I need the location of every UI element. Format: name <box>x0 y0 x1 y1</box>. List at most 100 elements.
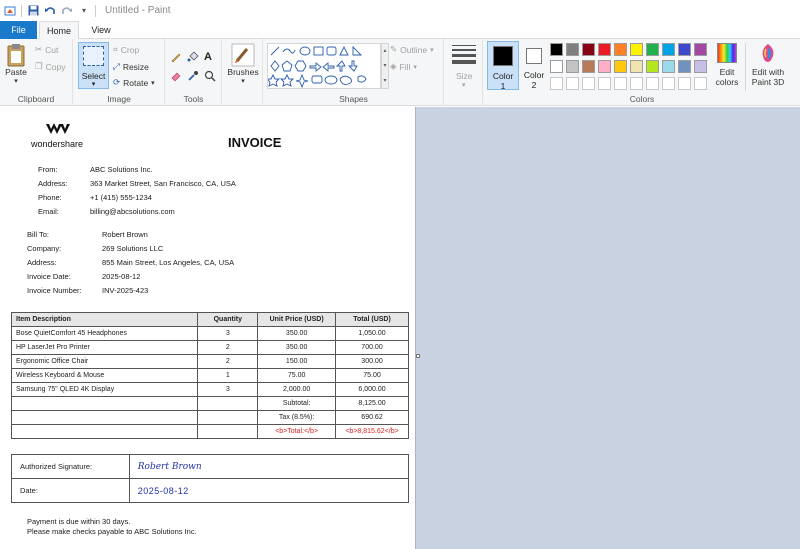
palette-swatch[interactable] <box>646 43 659 56</box>
brushes-button[interactable]: Brushes ▾ <box>227 43 259 87</box>
palette-swatch[interactable] <box>614 60 627 73</box>
palette-swatch[interactable] <box>662 60 675 73</box>
date-value: 2025-08-12 <box>128 478 410 503</box>
chevron-down-icon: ▾ <box>151 79 155 87</box>
address-label: Address: <box>38 179 68 188</box>
billto-label: Bill To: <box>27 230 49 239</box>
palette-swatch[interactable] <box>678 43 691 56</box>
tab-home[interactable]: Home <box>39 21 79 40</box>
bill-address-label: Address: <box>27 258 57 267</box>
palette-swatch[interactable] <box>566 60 579 73</box>
palette-swatch[interactable] <box>694 43 707 56</box>
fill-button[interactable]: ◈ Fill ▾ <box>390 61 417 72</box>
redo-icon[interactable] <box>61 5 73 17</box>
custom-color-slot[interactable] <box>630 77 643 90</box>
color-picker-icon[interactable] <box>187 70 199 82</box>
custom-color-slot[interactable] <box>566 77 579 90</box>
item-unit-price: 350.00 <box>257 340 337 355</box>
custom-color-slot[interactable] <box>646 77 659 90</box>
color1-button[interactable]: Color 1 <box>487 41 519 91</box>
edit-colors-icon <box>717 43 737 63</box>
save-icon[interactable] <box>27 5 39 17</box>
total-row: <b>Total:</b> <b>8,815.62</b> <box>10 424 409 439</box>
custom-color-slot[interactable] <box>678 77 691 90</box>
text-tool-icon[interactable]: A <box>204 51 216 63</box>
tax-row: Tax (8.5%): 690.62 <box>10 410 409 425</box>
outline-icon: ✎ <box>390 44 398 54</box>
item-total: 300.00 <box>335 354 409 369</box>
palette-swatch[interactable] <box>630 43 643 56</box>
scissors-icon: ✂ <box>35 44 43 54</box>
chevron-down-icon: ▾ <box>14 78 18 85</box>
ribbon-tabs: File Home View <box>0 21 800 40</box>
custom-color-slot[interactable] <box>582 77 595 90</box>
paste-icon <box>7 44 25 67</box>
outline-button[interactable]: ✎ Outline ▾ <box>390 44 434 55</box>
invoice-items-table: Item Description Quantity Unit Price (US… <box>10 312 409 439</box>
palette-swatch[interactable] <box>694 60 707 73</box>
custom-color-slot[interactable] <box>694 77 707 90</box>
cut-button[interactable]: ✂ Cut <box>35 44 58 55</box>
tab-file[interactable]: File <box>0 21 37 39</box>
item-total: 75.00 <box>335 368 409 383</box>
edit-colors-label-1: Edit <box>719 67 735 77</box>
customize-toolbar-icon[interactable]: ▾ <box>78 5 90 17</box>
logo-text: wondershare <box>31 139 84 149</box>
custom-color-slot[interactable] <box>662 77 675 90</box>
paint-app-icon[interactable] <box>4 5 16 17</box>
shapes-scroll[interactable]: ▴ ▾ ▾ <box>381 43 389 89</box>
palette-swatch[interactable] <box>630 60 643 73</box>
size-group: Size ▾ <box>445 39 483 106</box>
magnifier-icon[interactable] <box>204 70 216 82</box>
resize-icon: ⤢ <box>113 61 120 71</box>
rotate-button[interactable]: ⟳ Rotate ▾ <box>113 77 155 88</box>
custom-color-slot[interactable] <box>598 77 611 90</box>
paint3d-icon <box>762 44 774 62</box>
palette-swatch[interactable] <box>598 43 611 56</box>
canvas-resize-handle[interactable] <box>416 354 420 358</box>
fill-bucket-icon[interactable] <box>187 51 199 63</box>
invoice-date-label: Invoice Date: <box>27 272 71 281</box>
total-label: <b>Total:</b> <box>257 424 337 439</box>
palette-swatch[interactable] <box>566 43 579 56</box>
edit-with-paint3d-button[interactable]: Edit with Paint 3D <box>748 43 788 87</box>
palette-swatch[interactable] <box>598 60 611 73</box>
edit-colors-button[interactable]: Edit colors <box>712 43 742 87</box>
item-total: 1,050.00 <box>335 326 409 341</box>
palette-swatch[interactable] <box>582 43 595 56</box>
item-unit-price: 150.00 <box>257 354 337 369</box>
company-label: Company: <box>27 244 62 253</box>
custom-color-slot[interactable] <box>614 77 627 90</box>
palette-swatch[interactable] <box>646 60 659 73</box>
palette-swatch[interactable] <box>662 43 675 56</box>
subtotal-row: Subtotal: 8,125.00 <box>10 396 409 411</box>
palette-swatch[interactable] <box>550 43 563 56</box>
canvas[interactable]: wondershare INVOICE From: ABC Solutions … <box>0 107 416 549</box>
eraser-icon[interactable] <box>170 70 182 82</box>
palette-swatch[interactable] <box>582 60 595 73</box>
color2-button[interactable]: Color 2 <box>521 42 547 90</box>
tab-view[interactable]: View <box>84 21 118 39</box>
billto-value: Robert Brown <box>102 230 148 239</box>
header-total: Total (USD) <box>335 312 409 327</box>
copy-button[interactable]: ❐ Copy <box>35 61 65 72</box>
crop-button[interactable]: ⌗ Crop <box>113 44 139 55</box>
pencil-icon[interactable] <box>170 51 182 63</box>
undo-icon[interactable] <box>44 5 56 17</box>
canvas-workspace[interactable]: wondershare INVOICE From: ABC Solutions … <box>0 107 800 549</box>
image-group-label: Image <box>107 94 131 104</box>
custom-color-slot[interactable] <box>550 77 563 90</box>
signature-table: Authorized Signature: Robert Brown Date:… <box>11 454 410 503</box>
palette-swatch[interactable] <box>614 43 627 56</box>
item-description: Samsung 75" QLED 4K Display <box>10 382 199 397</box>
resize-button[interactable]: ⤢ Resize <box>113 61 149 72</box>
paste-button[interactable]: Paste ▾ <box>4 43 28 87</box>
item-unit-price: 350.00 <box>257 326 337 341</box>
palette-swatch[interactable] <box>550 60 563 73</box>
size-button[interactable] <box>452 45 476 67</box>
select-button[interactable]: Select ▾ <box>78 42 109 89</box>
rotate-label: Rotate <box>123 77 149 88</box>
shapes-gallery-icons[interactable] <box>265 44 380 89</box>
palette-swatch[interactable] <box>678 60 691 73</box>
brushes-group: Brushes ▾ <box>223 39 263 106</box>
